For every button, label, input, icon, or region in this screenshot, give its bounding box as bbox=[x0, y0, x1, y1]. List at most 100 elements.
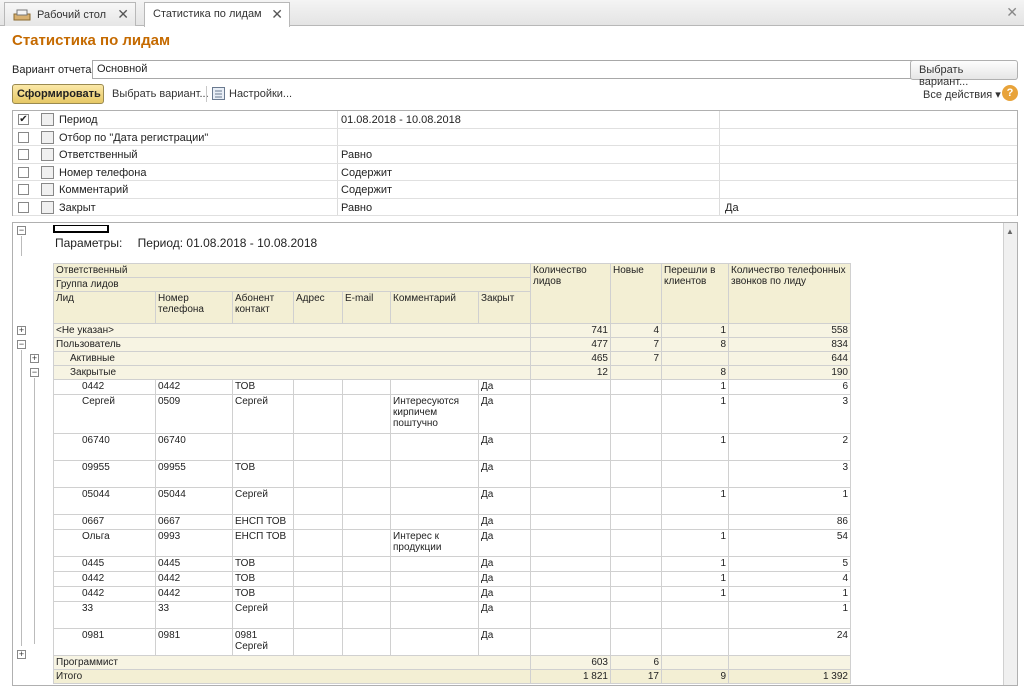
filter-row[interactable]: Номер телефона Содержит bbox=[13, 164, 1017, 181]
scroll-up-icon[interactable]: ▲ bbox=[1006, 227, 1014, 236]
filter-value[interactable]: Да bbox=[725, 202, 739, 214]
new-count: 6 bbox=[610, 655, 662, 670]
converted-count bbox=[661, 514, 729, 530]
choose-variant-link[interactable]: Выбрать вариант... bbox=[112, 88, 209, 100]
closed-cell: Да bbox=[478, 514, 531, 530]
filter-condition[interactable]: Равно bbox=[341, 202, 372, 214]
filter-row[interactable]: Отбор по "Дата регистрации" bbox=[13, 129, 1017, 146]
calls-count: 54 bbox=[728, 529, 851, 557]
table-row[interactable]: 0442 0442 ТОВ Да 1 6 bbox=[53, 379, 851, 395]
lead-cell: 0981 bbox=[53, 628, 156, 656]
calls-count: 86 bbox=[728, 514, 851, 530]
all-actions-label: Все действия bbox=[923, 89, 993, 101]
converted-count: 1 bbox=[661, 379, 729, 395]
expand-icon[interactable]: + bbox=[30, 354, 39, 363]
group-row[interactable]: Программист 603 6 bbox=[53, 655, 851, 670]
filter-row[interactable]: Комментарий Содержит bbox=[13, 181, 1017, 199]
table-row[interactable]: 09955 09955 ТОВ Да 3 bbox=[53, 460, 851, 488]
help-icon[interactable]: ? bbox=[1002, 85, 1018, 101]
vertical-scrollbar[interactable]: ▲ bbox=[1003, 223, 1017, 685]
table-row[interactable]: 33 33 Сергей Да 1 bbox=[53, 601, 851, 629]
table-row[interactable]: 0442 0442 ТОВ Да 1 1 bbox=[53, 586, 851, 602]
filter-checkbox[interactable]: ✔ bbox=[18, 114, 29, 125]
lead-cell: 0442 bbox=[53, 571, 156, 587]
lead-count bbox=[530, 394, 611, 434]
lead-count bbox=[530, 571, 611, 587]
close-icon[interactable]: ✕ bbox=[271, 6, 283, 23]
group-name: Активные bbox=[53, 351, 531, 366]
generate-button[interactable]: Сформировать bbox=[12, 84, 104, 104]
total-converted: 9 bbox=[661, 669, 729, 684]
collapse-icon[interactable]: − bbox=[17, 340, 26, 349]
filter-row[interactable]: Ответственный Равно bbox=[13, 146, 1017, 164]
lead-cell: Сергей bbox=[53, 394, 156, 434]
filter-condition[interactable]: 01.08.2018 - 10.08.2018 bbox=[341, 114, 461, 126]
group-row[interactable]: Закрытые 12 8 190 bbox=[53, 365, 851, 380]
table-row[interactable]: 0442 0442 ТОВ Да 1 4 bbox=[53, 571, 851, 587]
lead-count bbox=[530, 379, 611, 395]
close-icon[interactable]: ✕ bbox=[117, 6, 129, 23]
table-row[interactable]: Ольга 0993 ЕНСП ТОВ Интерес к продукции Да 1 5… bbox=[53, 529, 851, 557]
table-row[interactable]: 0667 0667 ЕНСП ТОВ Да 86 bbox=[53, 514, 851, 530]
filter-condition[interactable]: Содержит bbox=[341, 167, 392, 179]
choose-variant-button[interactable]: Выбрать вариант... bbox=[910, 60, 1018, 88]
expand-icon[interactable]: + bbox=[17, 326, 26, 335]
filter-checkbox[interactable] bbox=[18, 184, 29, 195]
comment-cell bbox=[390, 628, 479, 656]
collapse-icon[interactable]: − bbox=[30, 368, 39, 377]
variant-input[interactable]: Основной bbox=[92, 60, 915, 79]
filter-checkbox[interactable] bbox=[18, 131, 29, 143]
subscriber-cell: ТОВ bbox=[232, 556, 294, 572]
table-row[interactable]: 0981 0981 0981 Сергей Да 24 bbox=[53, 628, 851, 656]
settings-link[interactable]: Настройки... bbox=[229, 88, 292, 100]
new-count bbox=[610, 529, 662, 557]
lead-cell: 09955 bbox=[53, 460, 156, 488]
new-count: 7 bbox=[610, 337, 662, 352]
phone-cell: 0442 bbox=[155, 571, 233, 587]
closed-cell: Да bbox=[478, 379, 531, 395]
toolbar: Сформировать Выбрать вариант... Настройк… bbox=[12, 84, 1020, 106]
email-cell bbox=[342, 487, 391, 515]
new-count bbox=[610, 379, 662, 395]
filter-checkbox[interactable] bbox=[18, 201, 29, 213]
total-row: Итого 1 821 17 9 1 392 bbox=[53, 669, 851, 684]
address-cell bbox=[293, 529, 343, 557]
filter-row[interactable]: Закрыт Равно Да bbox=[13, 199, 1017, 216]
table-row[interactable]: 06740 06740 Да 1 2 bbox=[53, 433, 851, 461]
address-cell bbox=[293, 514, 343, 530]
converted-count: 1 bbox=[661, 433, 729, 461]
calls-count: 6 bbox=[728, 379, 851, 395]
table-row[interactable]: 0445 0445 ТОВ Да 1 5 bbox=[53, 556, 851, 572]
all-actions-menu[interactable]: Все действия ▾ bbox=[923, 88, 1001, 101]
tab-desktop[interactable]: Рабочий стол ✕ bbox=[4, 2, 136, 26]
params-value: Период: 01.08.2018 - 10.08.2018 bbox=[137, 236, 318, 250]
window-close-icon[interactable]: ✕ bbox=[1006, 4, 1018, 21]
table-row[interactable]: 05044 05044 Сергей Да 1 1 bbox=[53, 487, 851, 515]
tree-line bbox=[21, 350, 22, 646]
collapse-icon[interactable]: − bbox=[17, 226, 26, 235]
converted-count: 1 bbox=[661, 556, 729, 572]
lead-count bbox=[530, 601, 611, 629]
subscriber-cell: ТОВ bbox=[232, 379, 294, 395]
filter-row[interactable]: ✔ Период 01.08.2018 - 10.08.2018 bbox=[13, 111, 1017, 129]
expand-icon[interactable]: + bbox=[17, 650, 26, 659]
table-row[interactable]: Сергей 0509 Сергей Интересуются кирпичем по… bbox=[53, 394, 851, 434]
phone-cell: 33 bbox=[155, 601, 233, 629]
lead-cell: 0667 bbox=[53, 514, 156, 530]
filter-icon bbox=[41, 200, 54, 214]
lead-count: 477 bbox=[530, 337, 611, 352]
filter-condition[interactable]: Равно bbox=[341, 149, 372, 161]
header-lead-group: Группа лидов bbox=[53, 277, 531, 292]
group-name: <Не указан> bbox=[53, 323, 531, 338]
filter-checkbox[interactable] bbox=[18, 166, 29, 178]
filter-checkbox[interactable] bbox=[18, 149, 29, 160]
group-row[interactable]: Активные 465 7 644 bbox=[53, 351, 851, 366]
calls-count: 24 bbox=[728, 628, 851, 656]
group-row[interactable]: Пользователь 477 7 8 834 bbox=[53, 337, 851, 352]
closed-cell: Да bbox=[478, 601, 531, 629]
calls-count: 558 bbox=[728, 323, 851, 338]
filter-condition[interactable]: Содержит bbox=[341, 184, 392, 196]
tab-lead-stats[interactable]: Статистика по лидам ✕ bbox=[144, 2, 290, 27]
group-row[interactable]: <Не указан> 741 4 1 558 bbox=[53, 323, 851, 338]
new-count bbox=[610, 433, 662, 461]
